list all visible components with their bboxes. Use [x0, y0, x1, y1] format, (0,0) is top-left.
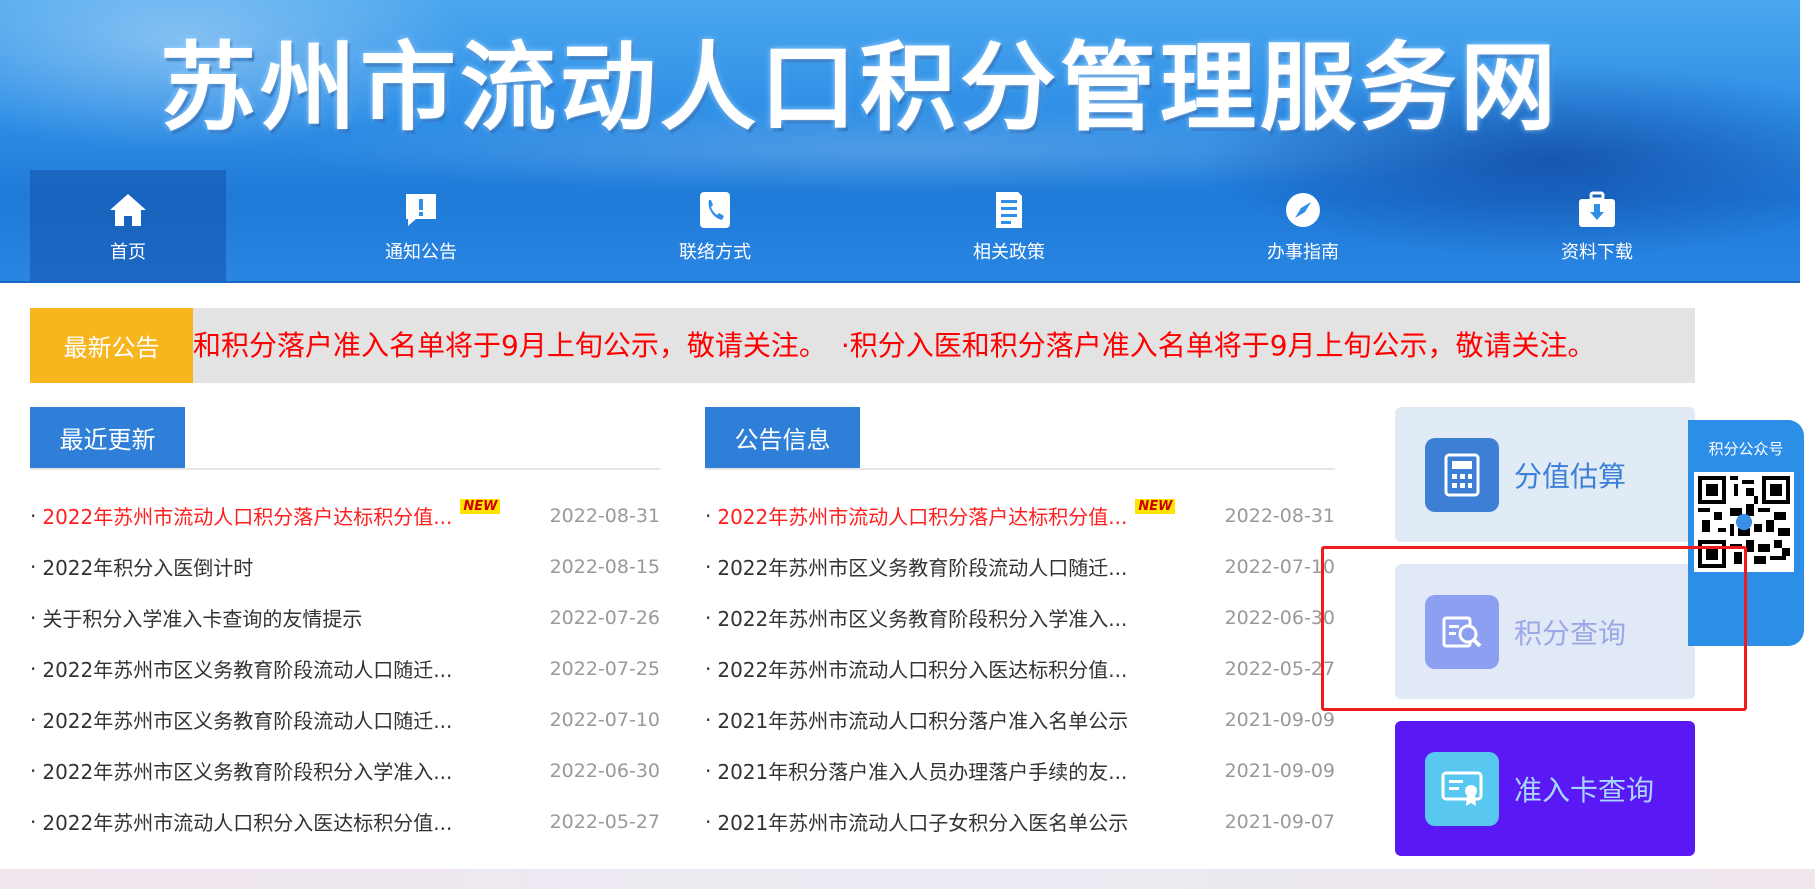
- list-item[interactable]: · 关于积分入学准入卡查询的友情提示 2022-07-26: [30, 592, 660, 643]
- site-banner: 苏州市流动人口积分管理服务网 首页 通知公告 联络方式 相关政策 办事指南 资料…: [0, 0, 1800, 283]
- recent-updates-panel: 最近更新 · 2022年苏州市流动人口积分落户达标积分值... NEW 2022-08…: [30, 407, 660, 847]
- card-query-label: 准入卡查询: [1514, 773, 1655, 807]
- list-item[interactable]: · 2022年苏州市流动人口积分入医达标积分值... 2022-05-27: [705, 643, 1335, 694]
- calculator-icon: [1425, 437, 1499, 512]
- recent-updates-tab[interactable]: 最近更新: [30, 407, 185, 468]
- page: 苏州市流动人口积分管理服务网 首页 通知公告 联络方式 相关政策 办事指南 资料…: [0, 0, 1815, 889]
- score-estimate-button[interactable]: 分值估算: [1395, 407, 1695, 542]
- panel-header: 最近更新: [30, 407, 660, 470]
- notice-icon: [401, 190, 441, 230]
- qr-title: 积分公众号: [1708, 440, 1784, 458]
- list-item[interactable]: · 2021年积分落户准入人员办理落户手续的友... 2021-09-09: [705, 745, 1335, 796]
- main-nav: 首页 通知公告 联络方式 相关政策 办事指南 资料下载: [0, 170, 1800, 283]
- document-icon: [989, 190, 1029, 230]
- notice-text[interactable]: 和积分落户准入名单将于9月上旬公示，敬请关注。 ·积分入医和积分落户准入名单将于…: [193, 308, 1596, 383]
- nav-label: 首页: [110, 241, 146, 263]
- nav-item-policy[interactable]: 相关政策: [911, 170, 1107, 283]
- list-item[interactable]: · 2022年苏州市区义务教育阶段积分入学准入... 2022-06-30: [30, 745, 660, 796]
- announcements-tab[interactable]: 公告信息: [705, 407, 860, 468]
- list-item[interactable]: · 2022年苏州市流动人口积分入医达标积分值... 2022-05-27: [30, 796, 660, 847]
- announcements-list: · 2022年苏州市流动人口积分落户达标积分值... NEW 2022-08-31 ·…: [705, 490, 1335, 847]
- compass-icon: [1283, 190, 1323, 230]
- list-item[interactable]: · 2022年积分入医倒计时 2022-08-15: [30, 541, 660, 592]
- nav-item-notices[interactable]: 通知公告: [323, 170, 519, 283]
- nav-item-contact[interactable]: 联络方式: [617, 170, 813, 283]
- nav-label: 联络方式: [679, 241, 751, 263]
- recent-updates-list: · 2022年苏州市流动人口积分落户达标积分值... NEW 2022-08-31 ·…: [30, 490, 660, 847]
- announcements-panel: 公告信息 · 2022年苏州市流动人口积分落户达标积分值... NEW 2022-08…: [705, 407, 1335, 847]
- list-item[interactable]: · 2022年苏州市区义务教育阶段积分入学准入... 2022-06-30: [705, 592, 1335, 643]
- list-item[interactable]: · 2022年苏州市区义务教育阶段流动人口随迁... 2022-07-10: [30, 694, 660, 745]
- panel-header: 公告信息: [705, 407, 1335, 470]
- list-item[interactable]: · 2022年苏州市流动人口积分落户达标积分值... NEW 2022-08-31: [30, 490, 660, 541]
- site-title: 苏州市流动人口积分管理服务网: [160, 32, 1560, 144]
- nav-item-downloads[interactable]: 资料下载: [1499, 170, 1695, 283]
- list-item[interactable]: · 2022年苏州市区义务教育阶段流动人口随迁... 2022-07-25: [30, 643, 660, 694]
- notice-marquee: 最新公告 和积分落户准入名单将于9月上旬公示，敬请关注。 ·积分入医和积分落户准…: [30, 308, 1695, 383]
- phone-icon: [695, 190, 735, 230]
- new-badge: NEW: [1135, 499, 1176, 514]
- list-item[interactable]: · 2022年苏州市区义务教育阶段流动人口随迁... 2022-07-10: [705, 541, 1335, 592]
- home-icon: [108, 190, 148, 230]
- notice-label: 最新公告: [30, 308, 193, 383]
- nav-item-home[interactable]: 首页: [30, 170, 226, 283]
- nav-label: 办事指南: [1267, 241, 1339, 263]
- nav-label: 相关政策: [973, 241, 1045, 263]
- download-icon: [1577, 190, 1617, 230]
- card-query-button[interactable]: 准入卡查询: [1395, 721, 1695, 856]
- new-badge: NEW: [460, 499, 501, 514]
- score-estimate-label: 分值估算: [1514, 459, 1627, 493]
- nav-label: 通知公告: [385, 241, 457, 263]
- banner-divider: [0, 281, 1800, 283]
- nav-label: 资料下载: [1561, 241, 1633, 263]
- list-item[interactable]: · 2021年苏州市流动人口积分落户准入名单公示 2021-09-09: [705, 694, 1335, 745]
- nav-item-guide[interactable]: 办事指南: [1205, 170, 1401, 283]
- list-item[interactable]: · 2021年苏州市流动人口子女积分入医名单公示 2021-09-07: [705, 796, 1335, 847]
- certificate-icon: [1425, 751, 1499, 826]
- list-item[interactable]: · 2022年苏州市流动人口积分落户达标积分值... NEW 2022-08-31: [705, 490, 1335, 541]
- taskbar: [0, 869, 1815, 889]
- highlight-box: [1321, 546, 1747, 711]
